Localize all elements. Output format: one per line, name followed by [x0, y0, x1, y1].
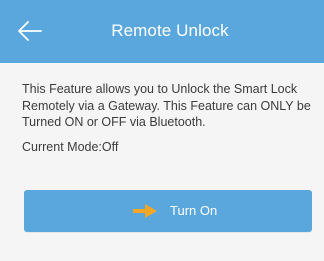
header-bar: Remote Unlock — [0, 0, 324, 63]
turn-on-button[interactable]: Turn On — [24, 190, 312, 232]
page-title: Remote Unlock — [111, 21, 229, 40]
current-mode-text: Current Mode:Off — [22, 140, 119, 154]
arrow-right-icon — [133, 204, 157, 218]
turn-on-label: Turn On — [170, 203, 218, 218]
feature-description: This Feature allows you to Unlock the Sm… — [22, 82, 311, 129]
